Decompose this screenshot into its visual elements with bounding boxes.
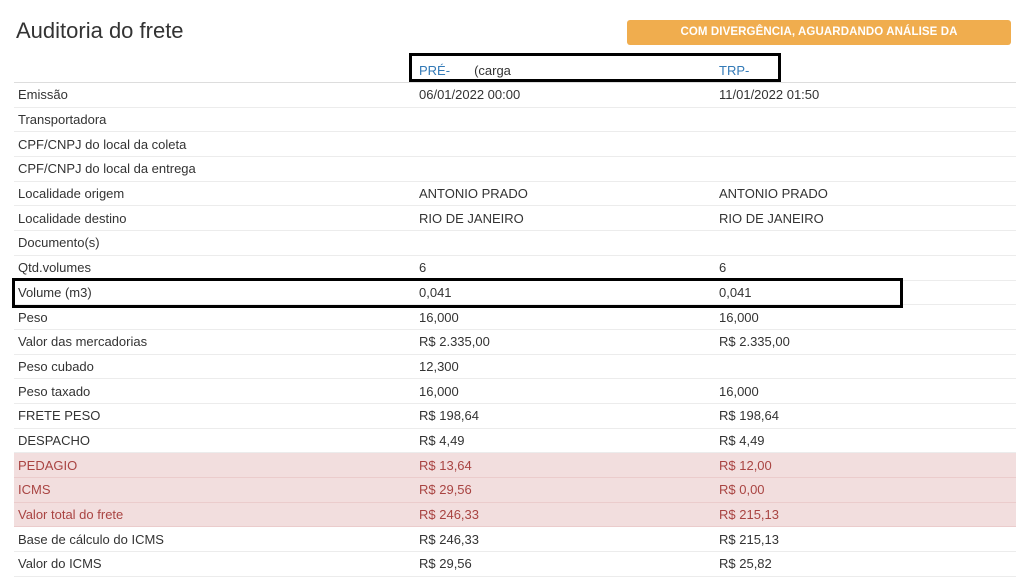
table-row: Transportadora (14, 108, 1016, 133)
row-pre-value: R$ 13,64 (419, 457, 472, 473)
row-pre-value: R$ 246,33 (419, 531, 479, 547)
row-trp-value: RIO DE JANEIRO (719, 210, 824, 226)
row-pre-value: 6 (419, 260, 427, 276)
row-trp-value: 16,000 (719, 309, 759, 325)
row-trp-value: 11/01/2022 01:50 (719, 87, 820, 103)
row-trp-value: 16,000 (719, 383, 759, 399)
row-pre-value: R$ 4,49 (419, 432, 465, 448)
row-label: Valor das mercadorias (18, 334, 148, 350)
status-badge: COM DIVERGÊNCIA, AGUARDANDO ANÁLISE DA T… (627, 20, 1011, 63)
table-row: Valor do ICMS R$ 29,56 R$ 25,82 (14, 552, 1016, 577)
row-pre-value: R$ 29,56 (419, 482, 472, 498)
table-row: Emissão 06/01/2022 00:00 11/01/2022 01:5… (14, 83, 1016, 108)
table-row: Base de cálculo do ICMS R$ 246,33 R$ 215… (14, 527, 1016, 553)
table-row: FRETE PESO R$ 198,64 R$ 198,64 (14, 404, 1016, 429)
column-header-pre-suffix: (carga (474, 62, 511, 78)
row-pre-value: 12,300 (419, 358, 459, 374)
row-label: Peso taxado (18, 383, 91, 399)
row-label: Transportadora (18, 112, 107, 128)
row-label: Localidade origem (18, 186, 125, 202)
row-pre-value: 0,041 (419, 284, 452, 300)
row-pre-value: R$ 246,33 (419, 507, 479, 523)
row-trp-value: ANTONIO PRADO (719, 186, 828, 202)
column-header-trp[interactable]: TRP- (719, 58, 749, 82)
row-trp-value: R$ 4,49 (719, 432, 765, 448)
row-label: ICMS (18, 482, 51, 498)
row-label: Peso cubado (18, 358, 94, 374)
row-label: Peso (18, 309, 48, 325)
row-pre-value: ANTONIO PRADO (419, 186, 528, 202)
table-row-divergent: PEDAGIO R$ 13,64 R$ 12,00 (14, 453, 1016, 478)
row-label: Base de cálculo do ICMS (18, 531, 164, 547)
table-row-divergent: ICMS R$ 29,56 R$ 0,00 (14, 478, 1016, 503)
row-label: FRETE PESO (18, 408, 101, 424)
table-row: Volume (m3) 0,041 0,041 (14, 281, 1016, 306)
row-label: Localidade destino (18, 210, 127, 226)
row-label: PEDAGIO (18, 457, 78, 473)
page-title: Auditoria do frete (16, 18, 184, 43)
row-label: Documento(s) (18, 235, 100, 251)
row-pre-value: 06/01/2022 00:00 (419, 87, 521, 103)
row-label: Qtd.volumes (18, 260, 91, 276)
table-row: Valor das mercadorias R$ 2.335,00 R$ 2.3… (14, 330, 1016, 355)
column-header-pre-link[interactable]: PRÉ- (419, 63, 450, 78)
table-row: DESPACHO R$ 4,49 R$ 4,49 (14, 429, 1016, 454)
column-header-pre[interactable]: PRÉ- (carga (419, 58, 511, 82)
row-label: DESPACHO (18, 432, 90, 448)
row-trp-value: 6 (719, 260, 727, 276)
table-row: Peso taxado 16,000 16,000 (14, 379, 1016, 404)
freight-audit-page: Auditoria do frete COM DIVERGÊNCIA, AGUA… (0, 0, 1024, 584)
table-row: Peso cubado 12,300 (14, 355, 1016, 380)
row-trp-value: 0,041 (719, 284, 752, 300)
table-row-divergent: Valor total do frete R$ 246,33 R$ 215,13 (14, 502, 1016, 528)
row-label: Valor do ICMS (18, 556, 102, 572)
row-trp-value: R$ 12,00 (719, 457, 772, 473)
row-trp-value: R$ 198,64 (719, 408, 779, 424)
row-label: Emissão (18, 87, 68, 103)
row-trp-value: R$ 25,82 (719, 556, 772, 572)
table-row: Qtd.volumes 6 6 (14, 256, 1016, 281)
row-trp-value: R$ 0,00 (719, 482, 765, 498)
row-trp-value: R$ 2.335,00 (719, 334, 790, 350)
row-label: Valor total do frete (18, 507, 124, 523)
row-trp-value: R$ 215,13 (719, 507, 779, 523)
table-row: Documento(s) (14, 231, 1016, 256)
table-row: Localidade origem ANTONIO PRADO ANTONIO … (14, 182, 1016, 207)
table-row: Localidade destino RIO DE JANEIRO RIO DE… (14, 206, 1016, 232)
table-header-row: PRÉ- (carga TRP- (14, 58, 1016, 83)
audit-table: PRÉ- (carga TRP- Emissão 06/01/2022 00:0… (14, 58, 1016, 577)
row-pre-value: 16,000 (419, 309, 459, 325)
row-pre-value: R$ 198,64 (419, 408, 479, 424)
row-pre-value: 16,000 (419, 383, 459, 399)
row-label: CPF/CNPJ do local da coleta (18, 136, 187, 152)
column-header-trp-link[interactable]: TRP- (719, 63, 749, 78)
row-label: Volume (m3) (18, 284, 92, 300)
table-row: CPF/CNPJ do local da coleta (14, 132, 1016, 158)
row-label: CPF/CNPJ do local da entrega (18, 161, 196, 177)
row-pre-value: R$ 29,56 (419, 556, 472, 572)
row-trp-value: R$ 215,13 (719, 531, 779, 547)
table-row: CPF/CNPJ do local da entrega (14, 157, 1016, 182)
row-pre-value: RIO DE JANEIRO (419, 210, 524, 226)
row-pre-value: R$ 2.335,00 (419, 334, 490, 350)
table-row: Peso 16,000 16,000 (14, 305, 1016, 330)
